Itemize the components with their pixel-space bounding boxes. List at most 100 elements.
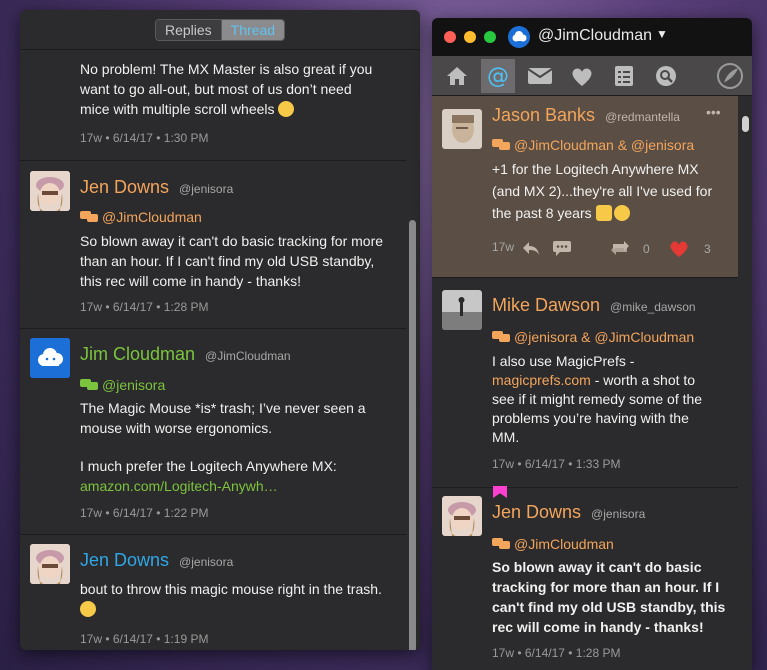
post-text-line: mouse with worse ergonomics. <box>80 420 273 436</box>
thread-post[interactable]: Jim Cloudman @JimCloudman @jenisora The M… <box>20 329 406 535</box>
author-handle[interactable]: @jenisora <box>179 555 233 569</box>
avatar[interactable] <box>30 338 70 378</box>
post-actions: 17w 0 3 <box>492 240 732 258</box>
author-handle[interactable]: @jenisora <box>591 507 645 521</box>
reply-to-handle: @JimCloudman & @jenisora <box>514 137 695 153</box>
thumbs-up-emoji-icon <box>595 205 612 221</box>
post-text-line: this rec will come in handy - thanks! <box>80 273 301 289</box>
post-meta: 17w • 6/14/17 • 1:28 PM <box>492 646 621 660</box>
thread-post[interactable]: Jen Downs @jenisora @JimCloudman So blown… <box>20 161 406 329</box>
tab-lists[interactable] <box>607 59 641 93</box>
author-name[interactable]: Mike Dawson @mike_dawson <box>492 295 696 316</box>
replies-segment[interactable]: Replies <box>155 19 222 40</box>
avatar[interactable] <box>442 290 482 330</box>
author-handle[interactable]: @mike_dawson <box>610 300 696 314</box>
author-name[interactable]: Jen Downs @jenisora <box>80 550 233 571</box>
post-text: The Magic Mouse *is* trash; I’ve never s… <box>80 398 392 496</box>
author-handle[interactable]: @redmantella <box>605 110 680 124</box>
post-meta: 17w • 6/14/17 • 1:33 PM <box>492 457 621 471</box>
author-name-text: Mike Dawson <box>492 295 601 315</box>
tab-home[interactable] <box>440 59 474 93</box>
post-text: I also use MagicPrefs - magicprefs.com -… <box>492 352 730 447</box>
author-handle[interactable]: @JimCloudman <box>205 349 291 363</box>
author-name-text: Jason Banks <box>492 105 596 125</box>
account-avatar[interactable] <box>508 26 530 48</box>
reply-to-handle: @jenisora & @JimCloudman <box>514 329 695 345</box>
compose-button[interactable] <box>713 59 747 93</box>
post-text-spacer <box>80 438 392 456</box>
author-name[interactable]: Jen Downs @jenisora <box>80 177 233 198</box>
post-link[interactable]: magicprefs.com <box>492 372 591 388</box>
reply-to[interactable]: @jenisora & @JimCloudman <box>492 329 694 345</box>
avatar[interactable] <box>30 544 70 584</box>
post-text-line <box>80 599 392 619</box>
thread-segment[interactable]: Thread <box>221 19 285 40</box>
account-name[interactable]: @JimCloudman <box>538 27 652 45</box>
avatar[interactable] <box>30 171 70 211</box>
reply-icon[interactable] <box>521 240 541 256</box>
reply-to[interactable]: @JimCloudman & @jenisora <box>492 137 694 153</box>
post-text-line: I also use MagicPrefs - <box>492 353 635 369</box>
post-text: +1 for the Logitech Anywhere MX (and MX … <box>492 158 730 224</box>
timeline-post[interactable]: Mike Dawson @mike_dawson @jenisora & @Jim… <box>432 288 738 488</box>
scrollbar-track[interactable] <box>738 96 752 670</box>
reply-to[interactable]: @jenisora <box>80 377 165 393</box>
author-handle[interactable]: @jenisora <box>179 182 233 196</box>
reply-bubble-icon <box>492 138 512 152</box>
post-text-line: than an hour. If I can't find my old USB… <box>80 253 375 269</box>
avatar[interactable] <box>442 109 482 149</box>
tab-mentions[interactable]: @ <box>481 59 515 93</box>
svg-text:@: @ <box>487 64 509 88</box>
post-text-line: see if it might remedy some of the <box>492 391 703 407</box>
tab-search[interactable] <box>649 59 683 93</box>
post-text-line: MM. <box>492 429 520 445</box>
zoom-window-button[interactable] <box>484 31 496 43</box>
author-name-text: Jen Downs <box>80 177 170 197</box>
close-window-button[interactable] <box>444 31 456 43</box>
reply-to[interactable]: @JimCloudman <box>80 209 202 225</box>
timeline-post[interactable]: Jen Downs @jenisora @JimCloudman So blown… <box>432 486 738 670</box>
mentions-icon: @ <box>487 64 509 88</box>
post-meta: 17w • 6/14/17 • 1:22 PM <box>80 506 209 520</box>
conversation-icon[interactable] <box>552 240 572 256</box>
reply-bubble-icon <box>492 537 512 551</box>
reply-bubble-icon <box>80 210 100 224</box>
cloud-avatar-icon <box>512 31 527 42</box>
post-text-line: The Magic Mouse *is* trash; I’ve never s… <box>80 400 366 416</box>
scrollbar-thumb[interactable] <box>409 220 416 650</box>
scrollbar-thumb[interactable] <box>742 116 749 132</box>
home-icon <box>447 67 467 85</box>
favorites-icon <box>572 68 592 86</box>
tab-messages[interactable] <box>523 59 557 93</box>
minimize-window-button[interactable] <box>464 31 476 43</box>
like-count: 3 <box>704 242 711 256</box>
repost-icon[interactable] <box>610 240 630 256</box>
author-name[interactable]: Jim Cloudman @JimCloudman <box>80 344 291 365</box>
heart-icon[interactable] <box>669 240 689 258</box>
post-text-line: mice with multiple scroll wheels <box>80 99 392 119</box>
author-name[interactable]: Jason Banks @redmantella <box>492 105 680 126</box>
reply-bubble-icon <box>80 378 100 392</box>
post-link[interactable]: amazon.com/Logitech-Anywh… <box>80 476 392 496</box>
post-text-span: mice with multiple scroll wheels <box>80 101 275 117</box>
sunglasses-emoji-icon <box>613 205 630 221</box>
repost-count: 0 <box>643 242 650 256</box>
tab-favorites[interactable] <box>565 59 599 93</box>
thread-post[interactable]: Jen Downs @jenisora bout to throw this ma… <box>20 535 406 650</box>
timeline-post[interactable]: Jason Banks @redmantella ••• @JimCloudman… <box>432 96 738 278</box>
post-text-line: magicprefs.com - worth a shot to <box>492 371 730 390</box>
post-text-line: No problem! The MX Master is also great … <box>80 61 373 77</box>
thread-post[interactable]: No problem! The MX Master is also great … <box>20 51 406 161</box>
reply-bubble-icon <box>492 330 512 344</box>
messages-icon <box>527 68 553 84</box>
avatar-image <box>442 496 482 536</box>
reply-to[interactable]: @JimCloudman <box>492 536 614 552</box>
chevron-down-icon[interactable]: ▼ <box>656 27 668 41</box>
compose-icon <box>717 63 743 89</box>
reply-to-handle: @jenisora <box>102 377 166 393</box>
post-text-line: So blown away it can't do basic <box>492 559 702 575</box>
cloud-avatar-icon <box>30 338 70 378</box>
author-name[interactable]: Jen Downs @jenisora <box>492 502 645 523</box>
avatar[interactable] <box>442 496 482 536</box>
more-options-button[interactable]: ••• <box>706 104 721 120</box>
